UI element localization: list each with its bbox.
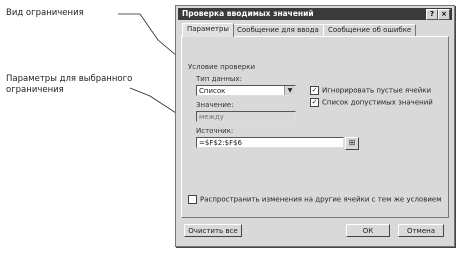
value-label: Значение: xyxy=(196,101,234,109)
source-input[interactable]: =$F$2:$F$6 xyxy=(196,137,344,148)
source-input-value: =$F$2:$F$6 xyxy=(199,139,242,147)
type-select-value: Список xyxy=(199,87,226,95)
value-select-value: между xyxy=(199,113,224,121)
dialog-tabs: Параметры Сообщение для ввода Сообщение … xyxy=(182,23,448,37)
close-icon[interactable]: × xyxy=(438,9,450,20)
criteria-label: Условие проверки xyxy=(188,63,256,71)
tab-error-alert[interactable]: Сообщение об ошибке xyxy=(323,24,417,36)
value-select[interactable]: между xyxy=(196,111,296,122)
source-label: Источник: xyxy=(196,127,234,135)
cancel-button[interactable]: Отмена xyxy=(398,224,444,237)
callout-validation-type: Вид ограничения xyxy=(6,8,84,18)
in-cell-dropdown-label: Список допустимых значений xyxy=(322,98,433,107)
dialog-title: Проверка вводимых значений xyxy=(182,9,314,18)
chevron-down-icon[interactable]: ▼ xyxy=(284,86,295,95)
dialog-titlebar: Проверка вводимых значений ? × xyxy=(178,8,452,20)
apply-all-box[interactable] xyxy=(188,195,197,204)
ignore-blank-box[interactable]: ✓ xyxy=(310,86,319,95)
ok-button[interactable]: ОК xyxy=(346,224,390,237)
type-select[interactable]: Список ▼ xyxy=(196,85,296,96)
apply-all-checkbox[interactable]: Распространить изменения на другие ячейк… xyxy=(188,195,441,205)
type-label: Тип данных: xyxy=(196,75,242,83)
callout-parameters: Параметры для выбранного ограничения xyxy=(6,74,133,95)
ignore-blank-checkbox[interactable]: ✓ Игнорировать пустые ячейки xyxy=(310,86,431,96)
data-validation-dialog: Проверка вводимых значений ? × Параметры… xyxy=(175,5,455,247)
help-icon[interactable]: ? xyxy=(426,9,438,20)
in-cell-dropdown-checkbox[interactable]: ✓ Список допустимых значений xyxy=(310,98,433,108)
settings-panel: Условие проверки Тип данных: Список ▼ ✓ И… xyxy=(181,36,449,218)
apply-all-label: Распространить изменения на другие ячейк… xyxy=(200,195,442,204)
ignore-blank-label: Игнорировать пустые ячейки xyxy=(322,86,432,95)
tab-settings[interactable]: Параметры xyxy=(182,23,234,37)
clear-all-button[interactable]: Очистить все xyxy=(184,224,242,237)
in-cell-dropdown-box[interactable]: ✓ xyxy=(310,98,319,107)
range-select-icon[interactable]: ⊞ xyxy=(345,137,359,150)
tab-input-message[interactable]: Сообщение для ввода xyxy=(232,24,324,36)
